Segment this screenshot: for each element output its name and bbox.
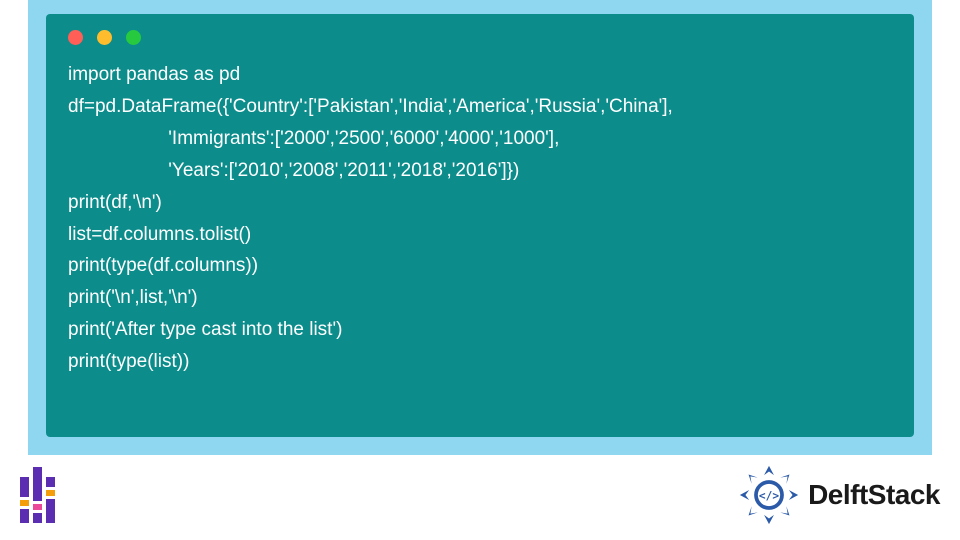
window-traffic-lights — [68, 30, 892, 45]
maximize-icon — [126, 30, 141, 45]
code-line: 'Years':['2010','2008','2011','2018','20… — [68, 160, 519, 181]
code-line: print('\n',list,'\n') — [68, 287, 198, 308]
footer: </> DelftStack — [0, 455, 960, 540]
code-line: 'Immigrants':['2000','2500','6000','4000… — [68, 128, 559, 149]
minimize-icon — [97, 30, 112, 45]
brand-name: DelftStack — [808, 479, 940, 511]
code-line: print(type(list)) — [68, 351, 189, 372]
code-line: df=pd.DataFrame({'Country':['Pakistan','… — [68, 96, 673, 117]
close-icon — [68, 30, 83, 45]
code-line: print(type(df.columns)) — [68, 255, 258, 276]
brand-logo: </> DelftStack — [738, 464, 940, 526]
code-block: import pandas as pd df=pd.DataFrame({'Co… — [46, 14, 914, 437]
code-line: print('After type cast into the list') — [68, 319, 342, 340]
code-panel: import pandas as pd df=pd.DataFrame({'Co… — [28, 0, 932, 455]
code-line: list=df.columns.tolist() — [68, 224, 251, 245]
svg-text:</>: </> — [759, 489, 779, 502]
seal-icon: </> — [738, 464, 800, 526]
code-line: import pandas as pd — [68, 64, 240, 85]
bars-logo-icon — [20, 467, 55, 523]
code-line: print(df,'\n') — [68, 192, 162, 213]
code-content: import pandas as pd df=pd.DataFrame({'Co… — [68, 59, 892, 378]
